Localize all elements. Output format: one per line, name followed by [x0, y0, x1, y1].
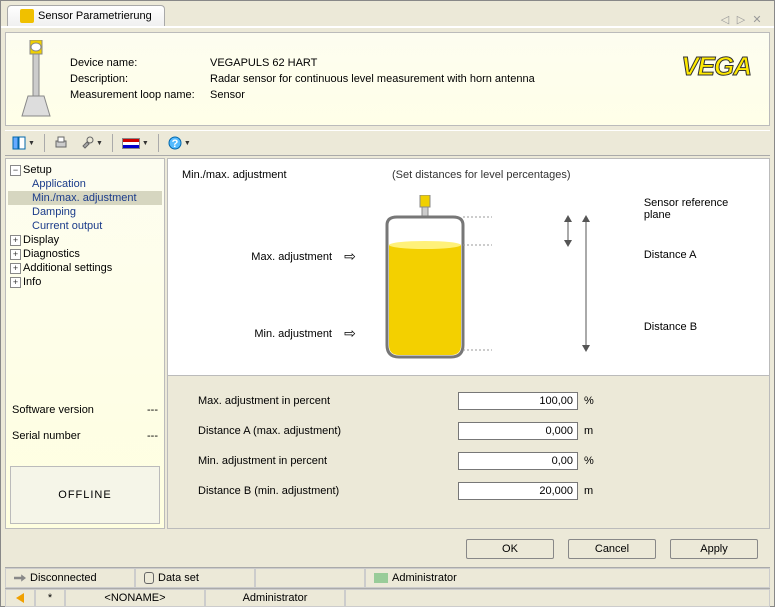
collapse-icon[interactable]: − — [10, 165, 21, 176]
device-name-label: Device name: — [70, 57, 210, 69]
min-pct-label: Min. adjustment in percent — [198, 455, 458, 467]
tree-damping[interactable]: Damping — [8, 205, 162, 219]
max-pct-unit: % — [578, 395, 598, 407]
user-icon — [374, 573, 388, 583]
arrow-icon: ⇨ — [338, 325, 362, 342]
device-name-value: VEGAPULS 62 HART — [210, 57, 535, 69]
brand-logo: VEGA — [681, 51, 751, 82]
tab-sensor-param[interactable]: Sensor Parametrierung — [7, 5, 165, 26]
max-pct-label: Max. adjustment in percent — [198, 395, 458, 407]
tree-setup[interactable]: −Setup — [8, 163, 162, 177]
tree-minmax[interactable]: Min./max. adjustment — [8, 191, 162, 205]
close-icon[interactable]: ✕ — [750, 13, 764, 26]
tree-additional[interactable]: +Additional settings — [8, 261, 162, 275]
form-area: Max. adjustment in percent % Distance A … — [167, 376, 770, 529]
tab-bar: Sensor Parametrierung ◁ ▷ ✕ — [1, 1, 774, 28]
diagram-area: Min./max. adjustment (Set distances for … — [167, 158, 770, 376]
tree-diagnostics[interactable]: +Diagnostics — [8, 247, 162, 261]
layout-button[interactable]: ▼ — [7, 133, 40, 153]
dist-b-field-label: Distance B (min. adjustment) — [198, 485, 458, 497]
nav-tree: −Setup Application Min./max. adjustment … — [6, 159, 164, 398]
language-button[interactable]: ▼ — [117, 135, 154, 152]
page-hint: (Set distances for level percentages) — [392, 169, 571, 181]
tank-diagram — [362, 195, 556, 365]
ok-button[interactable]: OK — [466, 539, 554, 559]
conn-label: Disconnected — [30, 572, 97, 584]
expand-icon[interactable]: + — [10, 235, 21, 246]
ref-plane-label: Sensor reference plane — [644, 197, 755, 221]
tree-application[interactable]: Application — [8, 177, 162, 191]
min-adj-label: Min. adjustment — [182, 328, 332, 340]
cancel-button[interactable]: Cancel — [568, 539, 656, 559]
expand-icon[interactable]: + — [10, 263, 21, 274]
project-name: <NONAME> — [65, 589, 205, 607]
dist-a-field-label: Distance A (max. adjustment) — [198, 425, 458, 437]
dist-a-unit: m — [578, 425, 598, 437]
content-panel: Min./max. adjustment (Set distances for … — [167, 158, 770, 529]
speaker-icon — [16, 593, 24, 603]
nav-tree-panel: −Setup Application Min./max. adjustment … — [5, 158, 165, 529]
chevron-down-icon: ▼ — [96, 140, 103, 147]
dialog-buttons: OK Cancel Apply — [5, 531, 770, 567]
svg-text:?: ? — [171, 138, 178, 150]
tree-info[interactable]: +Info — [8, 275, 162, 289]
loop-name-label: Measurement loop name: — [70, 89, 210, 101]
status-bar-2: * <NONAME> Administrator — [5, 588, 770, 607]
description-value: Radar sensor for continuous level measur… — [210, 73, 535, 85]
dataset-icon — [144, 572, 154, 584]
page-title: Min./max. adjustment — [182, 169, 392, 181]
arrow-icon: ⇨ — [338, 248, 362, 265]
min-pct-unit: % — [578, 455, 598, 467]
chevron-down-icon: ▼ — [28, 140, 35, 147]
max-pct-input[interactable] — [458, 392, 578, 410]
next-icon[interactable]: ▷ — [734, 13, 748, 26]
dist-b-input[interactable] — [458, 482, 578, 500]
tree-current-output[interactable]: Current output — [8, 219, 162, 233]
connection-status: OFFLINE — [10, 466, 160, 524]
sensor-icon — [20, 9, 34, 23]
admin-label: Administrator — [392, 572, 457, 584]
user-role: Administrator — [205, 589, 345, 607]
flag-icon — [122, 138, 140, 149]
sw-version-label: Software version — [12, 404, 94, 416]
print-button[interactable] — [49, 133, 73, 153]
device-meta: Software version --- Serial number --- — [6, 398, 164, 462]
dist-b-label: Distance B — [644, 321, 755, 333]
star-indicator: * — [35, 589, 65, 607]
plug-icon — [14, 572, 26, 584]
device-info: Device name: VEGAPULS 62 HART Descriptio… — [70, 57, 535, 101]
window-controls: ◁ ▷ ✕ — [718, 13, 768, 26]
chevron-down-icon: ▼ — [184, 140, 191, 147]
max-adj-label: Max. adjustment — [182, 251, 332, 263]
toolbar: ▼ ▼ ▼ ?▼ — [5, 130, 770, 156]
tab-title: Sensor Parametrierung — [38, 10, 152, 22]
dist-b-unit: m — [578, 485, 598, 497]
apply-button[interactable]: Apply — [670, 539, 758, 559]
dist-a-label: Distance A — [644, 249, 755, 261]
serial-value: --- — [147, 430, 158, 442]
dataset-label: Data set — [158, 572, 199, 584]
chevron-down-icon: ▼ — [142, 140, 149, 147]
expand-icon[interactable]: + — [10, 277, 21, 288]
header-panel: Device name: VEGAPULS 62 HART Descriptio… — [5, 32, 770, 126]
tree-display[interactable]: +Display — [8, 233, 162, 247]
loop-name-value: Sensor — [210, 89, 535, 101]
tools-button[interactable]: ▼ — [75, 133, 108, 153]
status-bar: Disconnected Data set Administrator — [5, 567, 770, 588]
sensor-image — [12, 39, 60, 119]
sw-version-value: --- — [147, 404, 158, 416]
min-pct-input[interactable] — [458, 452, 578, 470]
dist-a-input[interactable] — [458, 422, 578, 440]
main-area: −Setup Application Min./max. adjustment … — [5, 158, 770, 529]
description-label: Description: — [70, 73, 210, 85]
audio-button[interactable] — [5, 589, 35, 607]
expand-icon[interactable]: + — [10, 249, 21, 260]
prev-icon[interactable]: ◁ — [718, 13, 732, 26]
serial-label: Serial number — [12, 430, 80, 442]
distance-arrows — [556, 195, 643, 365]
help-button[interactable]: ?▼ — [163, 133, 196, 153]
